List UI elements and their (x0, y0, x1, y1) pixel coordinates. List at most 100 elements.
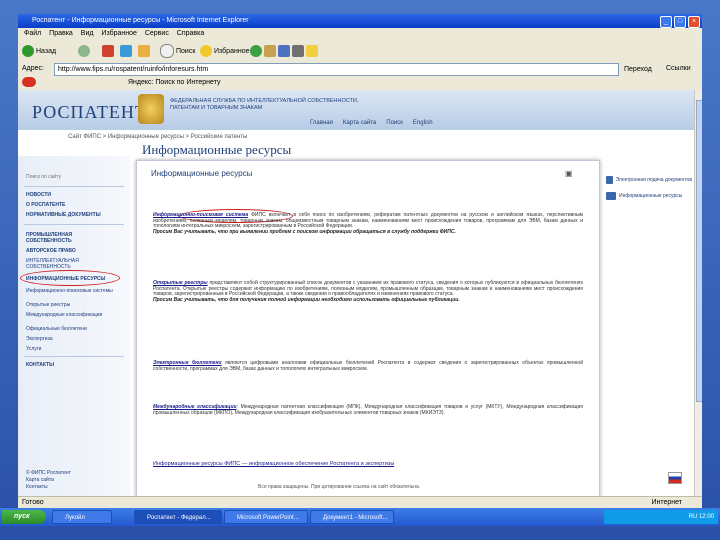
task-powerpoint[interactable]: Microsoft PowerPoint... (224, 510, 308, 524)
task-lukoil[interactable]: Лукойл (52, 510, 112, 524)
system-tray: RU 12:00 (604, 510, 718, 524)
menu-help[interactable]: Справка (177, 30, 204, 37)
footer-rights: Все права защищены. При цитировании ссыл… (258, 484, 421, 490)
sidebar-item-about[interactable]: О РОСПАТЕНТЕ (26, 202, 65, 208)
history-icon (264, 45, 276, 57)
mail-icon (278, 45, 290, 57)
back-arrow-icon (22, 45, 34, 57)
start-button[interactable]: пуск (2, 510, 46, 524)
address-bar: Адрес: http://www.fips.ru/rospatent/ruin… (18, 62, 702, 76)
close-button[interactable]: × (688, 16, 700, 28)
menu-tools[interactable]: Сервис (145, 30, 169, 37)
sidebar-item-copyright[interactable]: АВТОРСКОЕ ПРАВО (26, 248, 76, 254)
sidebar-item-ip[interactable]: ИНТЕЛЛЕКТУАЛЬНАЯ СОБСТВЕННОСТЬ (26, 258, 116, 270)
note-ips: Просим Вас учитывать, что при выявлении … (153, 228, 456, 235)
topnav-home[interactable]: Главная (310, 120, 333, 126)
russian-flag-icon (668, 472, 682, 484)
footer-copyright: © ФИПС Роспатент (26, 470, 71, 476)
back-button[interactable]: Назад (22, 44, 56, 58)
paragraph-registers: Открытые реестры представляют собой стру… (153, 280, 584, 303)
yandex-search-label[interactable]: Яндекс: Поиск по Интернету (128, 79, 221, 86)
taskbar: пуск Лукойл Роспатент - Федерал... Micro… (0, 508, 720, 526)
home-icon (138, 45, 150, 57)
coat-of-arms-icon (138, 94, 164, 124)
forward-arrow-icon (78, 45, 90, 57)
maximize-button[interactable]: □ (674, 16, 686, 28)
toolbar: Назад Поиск Избранное (18, 40, 702, 63)
menu-view[interactable]: Вид (81, 30, 94, 37)
vertical-scrollbar[interactable] (694, 90, 702, 496)
menu-favorites[interactable]: Избранное (101, 30, 136, 37)
sidebar-item-bulletins[interactable]: Официальные бюллетени (26, 326, 87, 332)
sidebar-item-industrial[interactable]: ПРОМЫШЛЕННАЯ СОБСТВЕННОСТЬ (26, 232, 116, 244)
topnav-search[interactable]: Поиск (386, 120, 403, 126)
menu-edit[interactable]: Правка (49, 30, 73, 37)
search-button[interactable]: Поиск (160, 44, 195, 58)
footer-links: © ФИПС Роспатент Карта сайта Контакты (26, 470, 71, 491)
browser-window: Роспатент - Информационные ресурсы - Mic… (18, 14, 702, 508)
menu-file[interactable]: Файл (24, 30, 41, 37)
stop-icon (102, 45, 114, 57)
right-link-e-filing[interactable]: Электронная подача документов (606, 176, 692, 184)
agency-name: ФЕДЕРАЛЬНАЯ СЛУЖБА ПО ИНТЕЛЛЕКТУАЛЬНОЙ С… (170, 98, 359, 111)
top-nav: Главная Карта сайта Поиск English (310, 120, 433, 126)
media-icon (250, 45, 262, 57)
status-bar: Готово Интернет (18, 496, 702, 508)
sidebar-item-registers[interactable]: Открытые реестры (26, 302, 70, 308)
paragraph-ips: Информационно-поисковая система ФИПС вкл… (153, 212, 583, 235)
scrollbar-thumb[interactable] (696, 100, 702, 402)
address-input[interactable]: http://www.fips.ru/rospatent/ruinfo/info… (54, 63, 619, 76)
window-title: Роспатент - Информационные ресурсы - Mic… (32, 17, 249, 24)
links-button[interactable]: Ссылки (666, 62, 691, 76)
task-word[interactable]: Документ1 - Microsoft... (310, 510, 394, 524)
favorites-button[interactable]: Избранное (200, 44, 249, 58)
footer-contacts[interactable]: Контакты (26, 484, 71, 491)
sidebar-divider (24, 356, 124, 357)
yandex-icon (22, 77, 36, 88)
page-viewport: РОСПАТЕНТ ФЕДЕРАЛЬНАЯ СЛУЖБА ПО ИНТЕЛЛЕК… (18, 90, 694, 496)
sidebar-item-news[interactable]: НОВОСТИ (26, 192, 51, 198)
address-label: Адрес: (22, 65, 44, 72)
sidebar-item-docs[interactable]: НОРМАТИВНЫЕ ДОКУМЕНТЫ (26, 212, 101, 218)
folder-icon (306, 45, 318, 57)
site-logo[interactable]: РОСПАТЕНТ (32, 102, 147, 123)
menu-bar: Файл Правка Вид Избранное Сервис Справка (18, 28, 702, 40)
card-title: Информационные ресурсы (151, 169, 253, 178)
star-icon (200, 45, 212, 57)
document-icon (606, 176, 613, 184)
refresh-button[interactable] (120, 44, 132, 58)
topnav-english[interactable]: English (413, 120, 433, 126)
site-header: РОСПАТЕНТ ФЕДЕРАЛЬНАЯ СЛУЖБА ПО ИНТЕЛЛЕК… (18, 90, 694, 130)
forward-button[interactable] (78, 44, 90, 58)
bottom-link[interactable]: Информационные ресурсы ФИПС — информацио… (153, 461, 583, 468)
sidebar-divider (24, 186, 124, 187)
link-bar: Яндекс: Поиск по Интернету (18, 76, 702, 91)
home-button[interactable] (138, 44, 150, 58)
breadcrumb[interactable]: Сайт ФИПС > Информационные ресурсы > Рос… (68, 134, 247, 140)
sidebar-item-contacts[interactable]: КОНТАКТЫ (26, 362, 54, 368)
right-links: Электронная подача документов Информацио… (606, 176, 692, 208)
slide-bottom (0, 526, 720, 540)
right-link-resources[interactable]: Информационные ресурсы (606, 192, 692, 200)
print-icon[interactable]: ▣ (565, 169, 573, 178)
sidebar-item-services[interactable]: Услуги (26, 346, 41, 352)
zone-text: Интернет (651, 499, 682, 506)
document-icon (606, 192, 616, 200)
paragraph-bulletins: Электронные бюллетени являются цифровыми… (153, 360, 583, 372)
media-button[interactable] (250, 44, 318, 58)
note-registers: Просим Вас учитывать, что для получения … (153, 296, 460, 303)
task-rospatent[interactable]: Роспатент - Федерал... (134, 510, 222, 524)
stop-button[interactable] (102, 44, 114, 58)
sidebar-item-examination[interactable]: Экспертиза (26, 336, 53, 342)
minimize-button[interactable]: _ (660, 16, 672, 28)
sidebar-item-classifications[interactable]: Международные классификации (26, 312, 116, 318)
paragraph-classifications: Международные классификации: Международн… (153, 404, 583, 416)
topnav-sitemap[interactable]: Карта сайта (343, 120, 376, 126)
sidebar-divider (24, 224, 124, 225)
sidebar-search-label[interactable]: Поиск по сайту (26, 174, 61, 180)
sidebar-item-ips[interactable]: Информационно-поисковые системы (26, 288, 116, 294)
footer-sitemap[interactable]: Карта сайта (26, 477, 71, 484)
highlight-circle-sidebar (20, 270, 120, 286)
go-button[interactable]: Переход (624, 63, 652, 77)
refresh-icon (120, 45, 132, 57)
